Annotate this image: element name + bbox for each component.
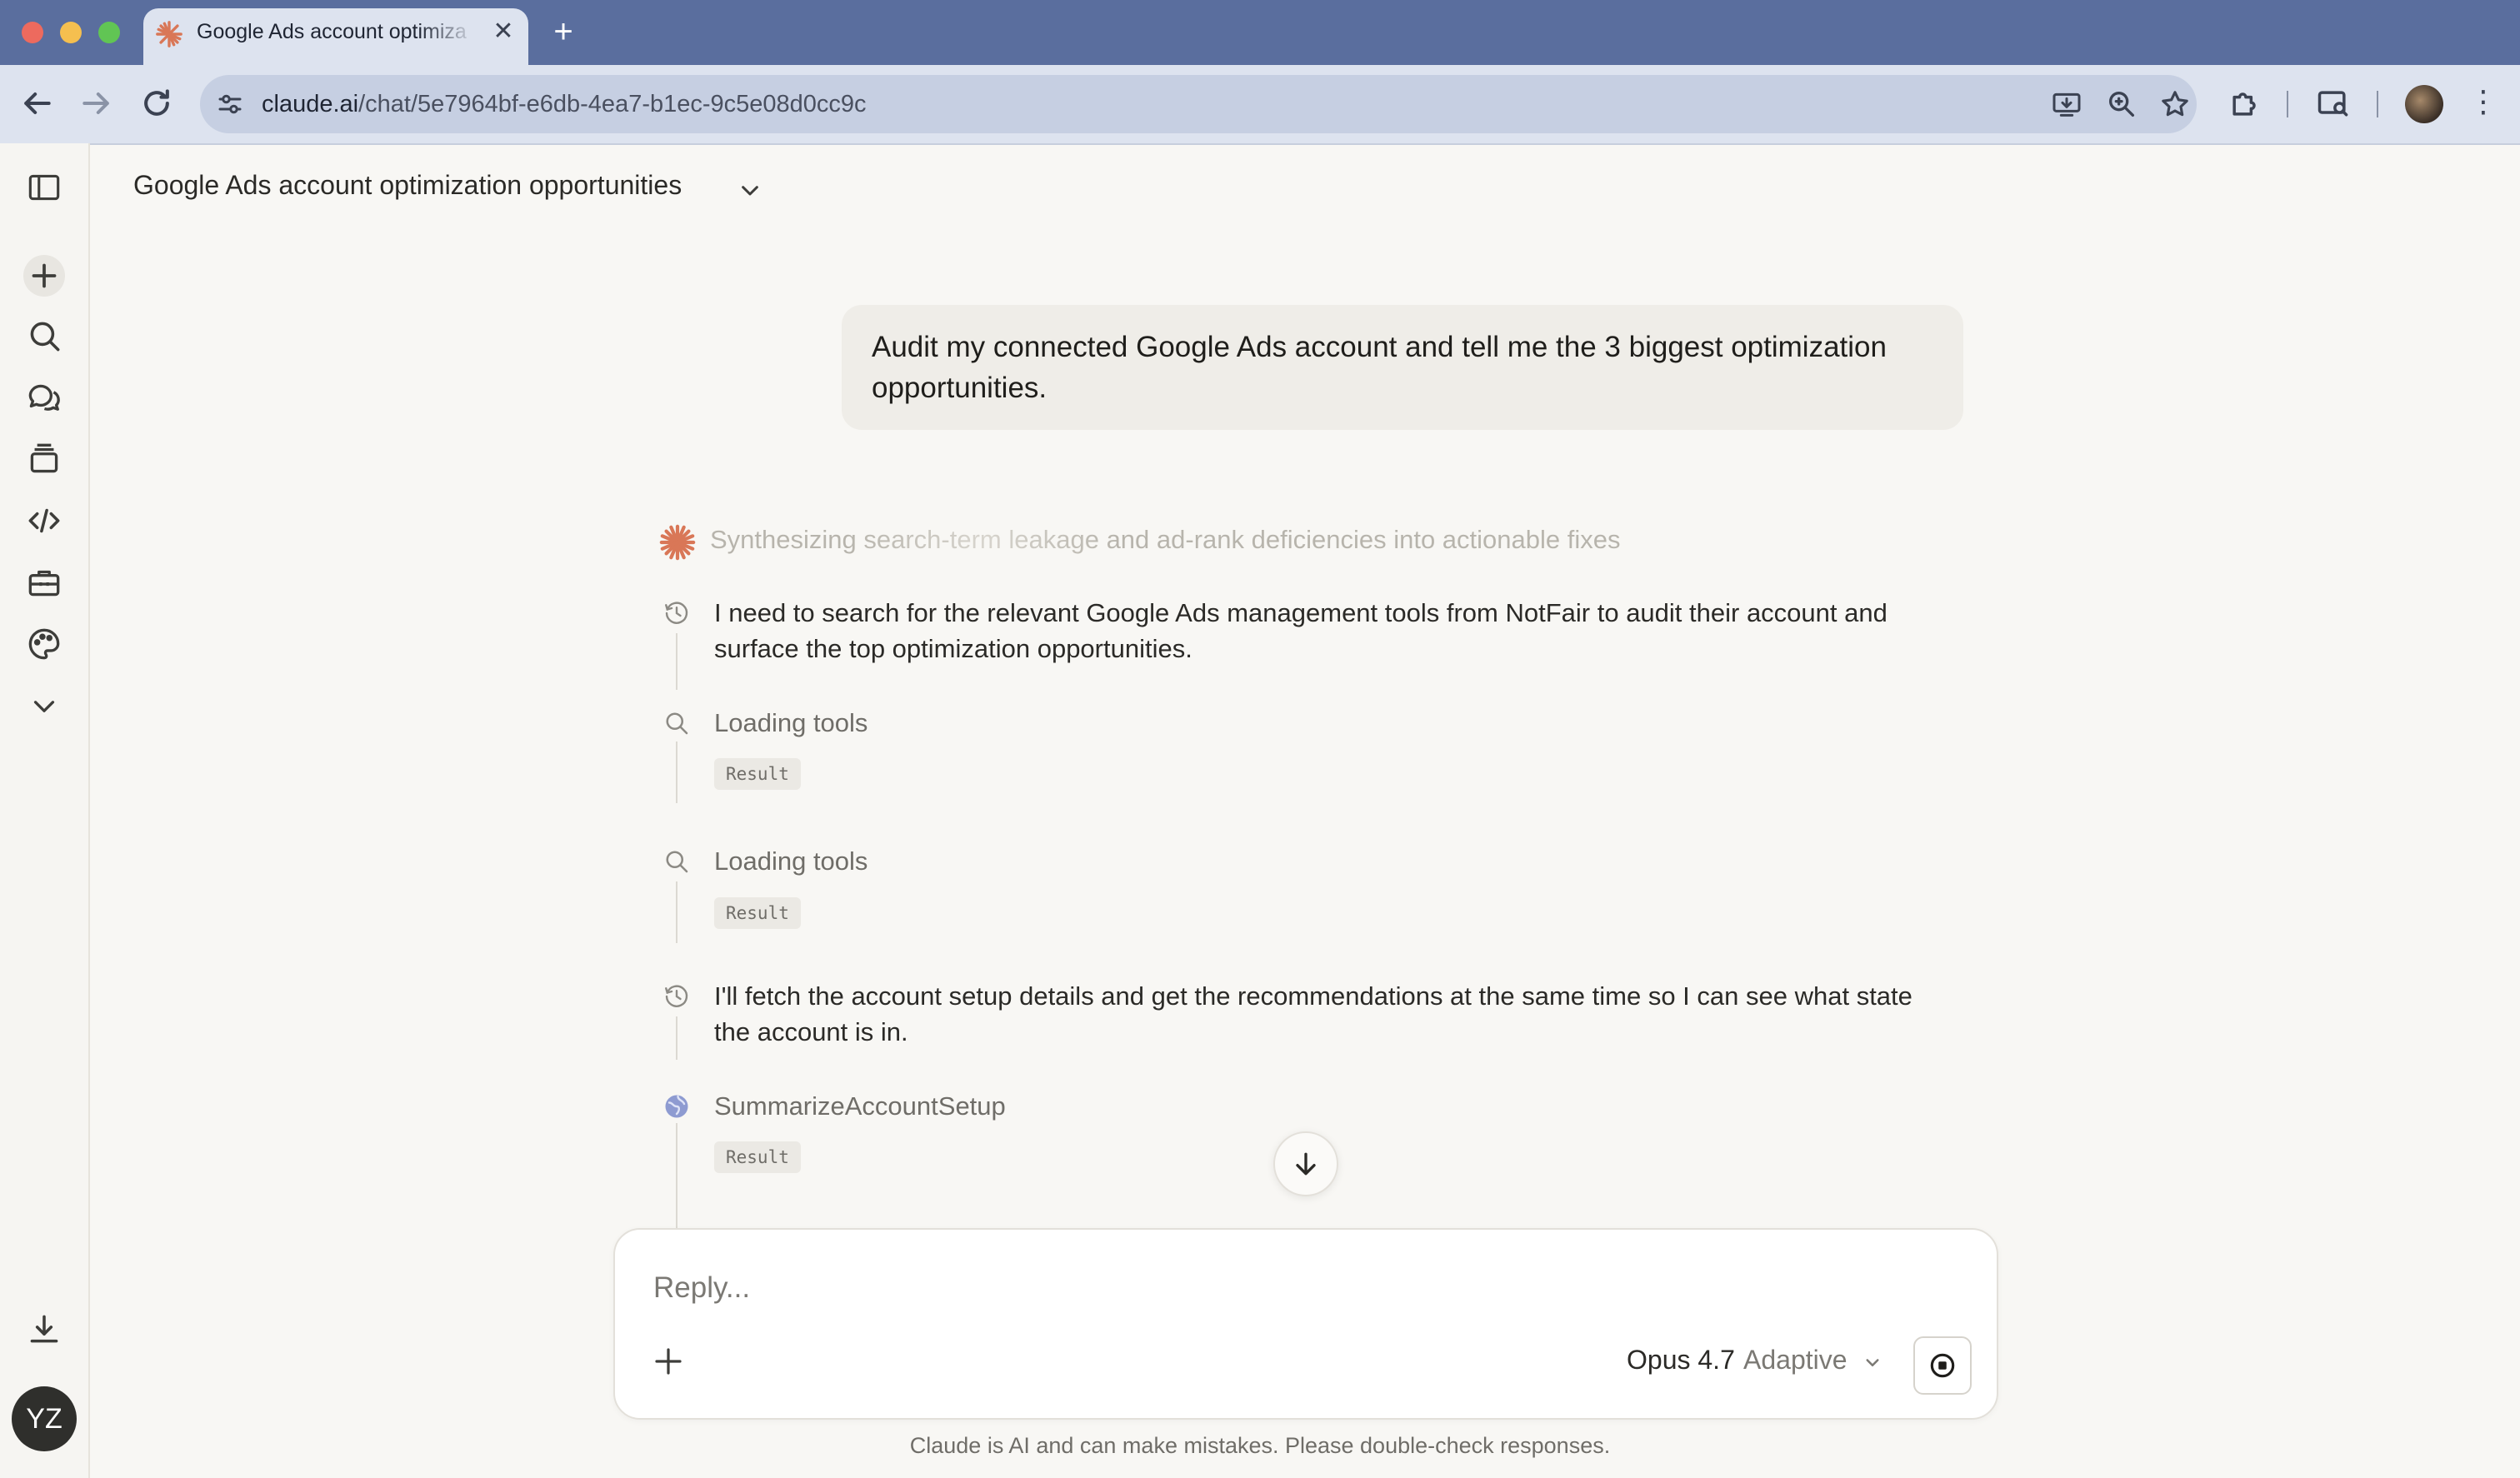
install-app-icon[interactable] xyxy=(2050,87,2083,121)
reply-composer: Reply... Opus 4.7 Adaptive xyxy=(613,1228,1998,1420)
download-icon[interactable] xyxy=(23,1308,65,1350)
projects-icon[interactable] xyxy=(23,438,65,480)
profile-avatar[interactable] xyxy=(2405,85,2443,123)
globe-icon xyxy=(662,1091,692,1121)
window-maximize-button[interactable] xyxy=(98,22,120,43)
result-badge[interactable]: Result xyxy=(714,1141,801,1173)
new-chat-button[interactable] xyxy=(23,255,65,297)
title-chevron-down-icon[interactable] xyxy=(733,173,767,207)
step-tool-label[interactable]: Loading tools xyxy=(714,708,868,738)
arrow-down-icon xyxy=(1296,1152,1316,1176)
url-host: claude.ai xyxy=(262,91,359,117)
result-badge[interactable]: Result xyxy=(714,758,801,790)
url-path: /chat/5e7964bf-e6db-4ea7-b1ec-9c5e08d0cc… xyxy=(358,91,867,117)
step-thought-text: I need to search for the relevant Google… xyxy=(714,598,1888,663)
plus-icon xyxy=(655,1348,682,1375)
toolbox-icon[interactable] xyxy=(23,562,65,603)
chat-title[interactable]: Google Ads account optimization opportun… xyxy=(133,170,682,201)
step-tool-label[interactable]: Loading tools xyxy=(714,846,868,876)
toolbar-divider xyxy=(2287,91,2288,117)
mode-chevron-down-icon[interactable] xyxy=(1860,1350,1885,1375)
window-minimize-button[interactable] xyxy=(60,22,82,43)
sidebar xyxy=(0,143,90,1478)
search-icon xyxy=(662,708,692,738)
url-text: claude.ai/chat/5e7964bf-e6db-4ea7-b1ec-9… xyxy=(262,91,867,118)
new-tab-button[interactable]: + xyxy=(545,13,582,50)
clock-icon xyxy=(662,598,692,628)
stop-generation-button[interactable] xyxy=(1913,1336,1972,1395)
disclaimer-text: Claude is AI and can make mistakes. Plea… xyxy=(909,1433,1611,1458)
user-message-bubble: Audit my connected Google Ads account an… xyxy=(842,305,1963,430)
claude-spark-icon xyxy=(659,524,696,561)
browser-tabstrip: Google Ads account optimiza ✕ + xyxy=(0,0,2520,65)
search-icon xyxy=(662,846,692,876)
browser-tab-active[interactable]: Google Ads account optimiza ✕ xyxy=(143,8,528,65)
more-chevron-down-icon[interactable] xyxy=(23,685,65,727)
zoom-icon[interactable] xyxy=(2105,87,2138,121)
tab-close-icon[interactable]: ✕ xyxy=(488,17,518,47)
back-arrow-icon[interactable] xyxy=(18,85,55,122)
stop-icon xyxy=(1930,1353,1955,1378)
add-attachment-button[interactable] xyxy=(648,1341,688,1381)
model-selector-label[interactable]: Opus 4.7 xyxy=(1627,1345,1735,1376)
window-close-button[interactable] xyxy=(22,22,43,43)
timeline-connector xyxy=(676,1123,678,1228)
timeline-connector xyxy=(676,741,678,803)
extensions-puzzle-icon[interactable] xyxy=(2227,85,2263,122)
timeline-connector xyxy=(676,1016,678,1060)
search-icon[interactable] xyxy=(23,315,65,357)
browser-toolbar: claude.ai/chat/5e7964bf-e6db-4ea7-b1ec-9… xyxy=(0,65,2520,145)
chats-icon[interactable] xyxy=(23,377,65,418)
site-settings-icon[interactable] xyxy=(215,89,245,119)
tab-search-icon[interactable] xyxy=(2315,85,2352,122)
address-bar[interactable]: claude.ai/chat/5e7964bf-e6db-4ea7-b1ec-9… xyxy=(200,75,2197,133)
toolbar-divider xyxy=(2377,91,2378,117)
mode-selector-label[interactable]: Adaptive xyxy=(1743,1345,1848,1376)
claude-logo-icon xyxy=(156,21,182,47)
bookmark-star-icon[interactable] xyxy=(2158,87,2192,121)
result-badge[interactable]: Result xyxy=(714,897,801,929)
plus-icon xyxy=(32,263,57,288)
tab-title-fade xyxy=(418,8,477,58)
code-icon[interactable] xyxy=(23,500,65,542)
timeline-connector xyxy=(676,881,678,943)
step-tool-label[interactable]: SummarizeAccountSetup xyxy=(714,1091,1006,1121)
forward-arrow-icon[interactable] xyxy=(78,85,115,122)
clock-icon xyxy=(662,981,692,1011)
timeline-connector xyxy=(676,633,678,690)
thinking-status-text[interactable]: Synthesizing search-term leakage and ad-… xyxy=(710,525,1621,555)
scroll-to-bottom-button[interactable] xyxy=(1273,1131,1338,1196)
user-message-text: Audit my connected Google Ads account an… xyxy=(872,331,1887,404)
step-thought-text: I'll fetch the account setup details and… xyxy=(714,981,1912,1046)
browser-menu-icon[interactable]: ⋮ xyxy=(2465,85,2502,122)
reply-input[interactable]: Reply... xyxy=(653,1271,750,1305)
palette-icon[interactable] xyxy=(23,623,65,665)
sidebar-toggle-icon[interactable] xyxy=(23,167,65,208)
reload-icon[interactable] xyxy=(138,85,175,122)
